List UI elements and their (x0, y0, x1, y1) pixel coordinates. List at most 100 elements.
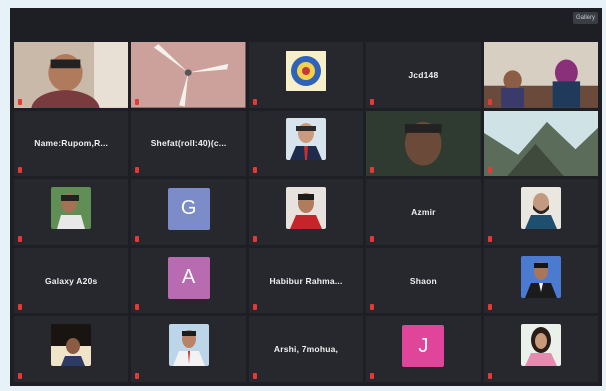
name-label (135, 98, 141, 105)
name-label (135, 372, 141, 379)
participant-display-name: Jcd148 (408, 69, 439, 80)
muted-mic-icon (487, 167, 492, 174)
participant-tile[interactable]: Arshi, 7mohua, (248, 316, 364, 382)
muted-mic-icon (18, 235, 22, 242)
name-label (18, 235, 24, 242)
muted-mic-icon (18, 98, 22, 105)
participant-tile[interactable] (483, 247, 598, 314)
participant-display-name: Arshi, 7mohua, (273, 344, 339, 355)
participant-tile[interactable]: Shefat(roll:40)(c... (131, 110, 246, 177)
participant-display-name: Shaon (409, 275, 437, 286)
name-label (370, 98, 376, 105)
participant-tile[interactable]: J (366, 316, 481, 382)
muted-mic-icon (252, 372, 257, 379)
participant-video (366, 110, 481, 177)
participant-tile[interactable]: Jcd148 (366, 42, 481, 108)
name-label (370, 235, 376, 242)
participant-display-name: Habibur Rahma... (269, 275, 343, 286)
meeting-window: Gallery Jcd148 Name:Rupom,R... Shefat(roll… (10, 8, 602, 386)
participant-tile[interactable]: Habibur Rahma... (248, 247, 364, 314)
name-label (252, 167, 259, 174)
participant-tile[interactable] (248, 110, 364, 177)
name-label (370, 304, 376, 311)
muted-mic-icon (252, 304, 257, 311)
top-bar: Gallery (10, 8, 602, 34)
name-label (370, 167, 376, 174)
name-label (252, 235, 259, 242)
muted-mic-icon (487, 304, 492, 311)
participant-tile[interactable] (14, 316, 129, 382)
participant-tile[interactable]: Name:Rupom,R... (14, 110, 129, 177)
muted-mic-icon (18, 167, 22, 174)
name-label (487, 372, 494, 379)
muted-mic-icon (135, 372, 140, 379)
muted-mic-icon (370, 235, 375, 242)
name-label (18, 304, 24, 311)
muted-mic-icon (252, 167, 257, 174)
participant-tile[interactable] (483, 179, 598, 245)
participant-tile[interactable] (483, 110, 598, 177)
participant-photo (520, 255, 561, 298)
participant-photo (285, 118, 326, 161)
participant-tile[interactable] (483, 42, 598, 108)
name-label (487, 235, 494, 242)
muted-mic-icon (370, 372, 375, 379)
name-label (18, 372, 24, 379)
participant-tile[interactable]: Azmir (366, 179, 481, 245)
muted-mic-icon (18, 372, 22, 379)
participant-display-name: Azmir (411, 206, 436, 217)
participant-video (131, 42, 246, 108)
muted-mic-icon (370, 167, 375, 174)
participant-tile[interactable] (248, 179, 364, 245)
participant-display-name: Name:Rupom,R... (34, 138, 109, 149)
muted-mic-icon (252, 98, 257, 105)
participant-photo (51, 186, 92, 229)
muted-mic-icon (18, 304, 22, 311)
muted-mic-icon (370, 98, 375, 105)
name-label (487, 98, 494, 105)
name-label (18, 167, 24, 174)
muted-mic-icon (252, 235, 257, 242)
avatar: A (167, 256, 210, 299)
participant-tile[interactable] (366, 110, 481, 177)
participant-tile[interactable]: A (131, 247, 246, 314)
muted-mic-icon (135, 304, 140, 311)
muted-mic-icon (370, 304, 375, 311)
participant-video (483, 42, 598, 108)
participant-tile[interactable]: Galaxy A20s (14, 247, 129, 314)
muted-mic-icon (487, 98, 492, 105)
participant-tile[interactable]: G (131, 179, 246, 245)
participant-photo (520, 186, 561, 229)
participant-photo (51, 324, 92, 367)
participant-photo (285, 50, 326, 92)
avatar: G (167, 187, 210, 230)
participant-tile[interactable] (14, 179, 129, 245)
participant-display-name: Shefat(roll:40)(c... (150, 138, 227, 149)
participant-tile[interactable] (131, 316, 246, 382)
name-label (252, 304, 259, 311)
name-label (370, 372, 376, 379)
view-toggle-button[interactable]: Gallery (572, 12, 598, 24)
participant-tile[interactable] (483, 316, 598, 382)
participant-video (483, 110, 598, 177)
muted-mic-icon (135, 98, 140, 105)
avatar: J (402, 325, 445, 368)
participant-photo (285, 186, 326, 229)
participant-tile[interactable] (14, 42, 129, 108)
muted-mic-icon (135, 235, 140, 242)
name-label (487, 167, 494, 174)
name-label (487, 304, 494, 311)
name-label (252, 372, 259, 379)
participant-grid: Jcd148 Name:Rupom,R... Shefat(roll:40)(c..… (14, 42, 598, 382)
participant-tile[interactable] (131, 42, 246, 108)
participant-photo (168, 324, 209, 367)
muted-mic-icon (487, 235, 492, 242)
name-label (135, 235, 141, 242)
name-label (18, 98, 24, 105)
participant-video (14, 42, 129, 108)
muted-mic-icon (487, 372, 492, 379)
participant-tile[interactable]: Shaon (366, 247, 481, 314)
participant-tile[interactable] (248, 42, 364, 108)
muted-mic-icon (135, 167, 140, 174)
name-label (135, 304, 141, 311)
